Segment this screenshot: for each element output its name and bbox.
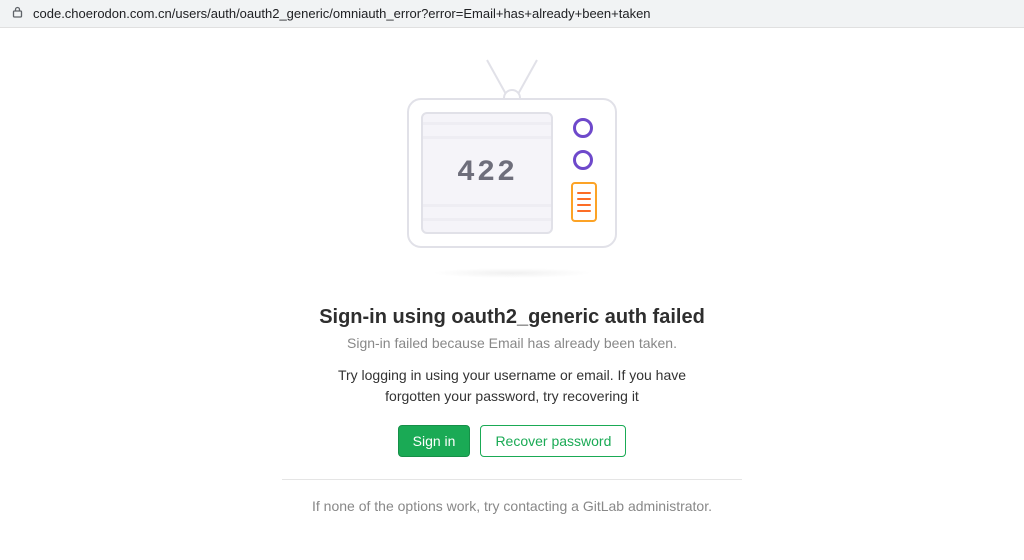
tv-speaker-icon: [571, 182, 597, 222]
tv-antenna-icon: [467, 58, 557, 100]
page-title: Sign-in using oauth2_generic auth failed: [319, 306, 705, 329]
tv-knob-icon: [573, 150, 593, 170]
tv-knob-icon: [573, 118, 593, 138]
error-subtitle: Sign-in failed because Email has already…: [347, 335, 677, 351]
error-code: 422: [457, 156, 517, 190]
tv-shadow: [432, 268, 592, 278]
address-bar[interactable]: code.choerodon.com.cn/users/auth/oauth2_…: [0, 0, 1024, 28]
error-page-content: 422 Sign-in using oauth2_generic auth fa…: [0, 28, 1024, 514]
button-row: Sign in Recover password: [398, 425, 627, 457]
url-text: code.choerodon.com.cn/users/auth/oauth2_…: [33, 6, 651, 21]
tv-illustration: 422: [397, 58, 627, 278]
lock-icon: [12, 6, 23, 21]
tv-body-icon: 422: [407, 98, 617, 248]
recover-password-button[interactable]: Recover password: [480, 425, 626, 457]
tv-screen: 422: [421, 112, 553, 234]
sign-in-button[interactable]: Sign in: [398, 425, 471, 457]
help-text: Try logging in using your username or em…: [322, 365, 702, 407]
footer-section: If none of the options work, try contact…: [282, 479, 742, 514]
footer-text: If none of the options work, try contact…: [282, 498, 742, 514]
